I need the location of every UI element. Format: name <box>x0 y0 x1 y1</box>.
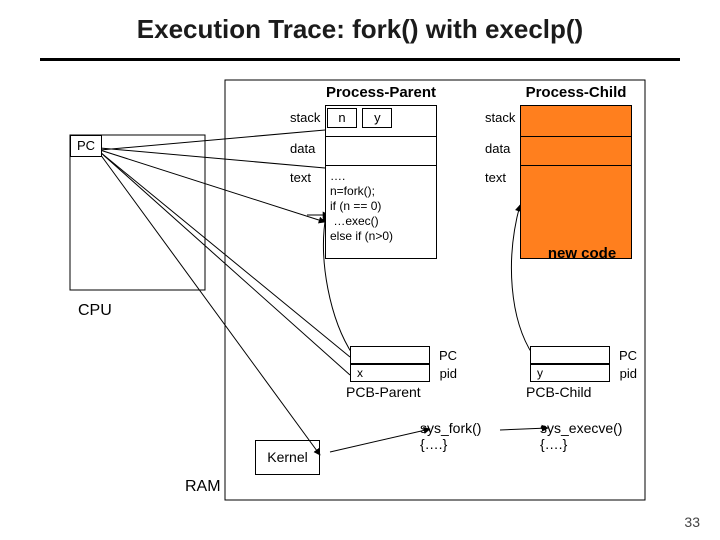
sys-execve: sys_execve() {….} <box>540 420 622 452</box>
pcb-child-pid-value: y <box>537 366 543 380</box>
cpu-label: CPU <box>78 302 112 320</box>
sys-execve-name: sys_execve() <box>540 420 622 436</box>
parent-text-label: text <box>290 170 311 185</box>
slide-title: Execution Trace: fork() with execlp() <box>0 14 720 45</box>
page-number: 33 <box>684 514 700 530</box>
sys-execve-body: {….} <box>540 436 622 452</box>
sys-fork-body: {….} <box>420 436 481 452</box>
process-parent: Process-Parent stack n y data text …. n=… <box>325 105 437 259</box>
parent-stack-y: y <box>362 108 392 128</box>
sys-fork: sys_fork() {….} <box>420 420 481 452</box>
child-text-label: text <box>485 170 506 185</box>
parent-data-label: data <box>290 141 315 156</box>
parent-stack-label: stack <box>290 110 320 125</box>
pcb-child-pc-label: PC <box>619 348 637 363</box>
pcb-child: PC y pid PCB-Child <box>530 346 610 382</box>
new-code-label: new code <box>517 245 647 262</box>
diagram-lines <box>0 0 720 540</box>
parent-code: …. n=fork(); if (n == 0) …exec() else if… <box>326 166 436 247</box>
pcb-parent-pc-label: PC <box>439 348 457 363</box>
parent-stack-n: n <box>327 108 357 128</box>
kernel-box: Kernel <box>255 440 320 475</box>
child-data-label: data <box>485 141 510 156</box>
child-stack-label: stack <box>485 110 515 125</box>
pcb-parent-pid-label: pid <box>440 366 457 381</box>
pcb-child-pid-label: pid <box>620 366 637 381</box>
pcb-child-label: PCB-Child <box>526 384 636 400</box>
process-parent-title: Process-Parent <box>316 84 446 101</box>
cpu-pc-register: PC <box>70 135 102 157</box>
title-rule <box>40 58 680 61</box>
pcb-parent: PC x pid PCB-Parent <box>350 346 430 382</box>
pcb-parent-pid-value: x <box>357 366 363 380</box>
pcb-parent-label: PCB-Parent <box>346 384 456 400</box>
ram-label: RAM <box>185 478 221 496</box>
process-child-title: Process-Child <box>511 84 641 101</box>
process-child: Process-Child stack data text <box>520 105 632 259</box>
sys-fork-name: sys_fork() <box>420 420 481 436</box>
